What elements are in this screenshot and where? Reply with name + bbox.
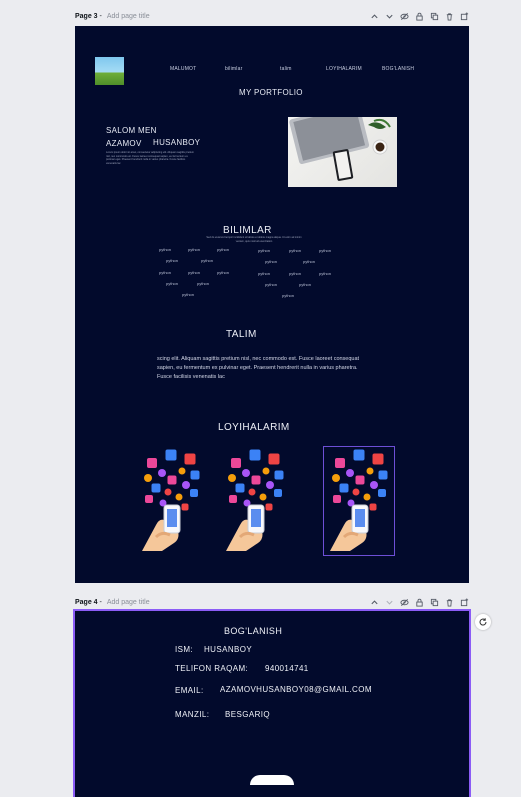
talim-text: scing elit. Aliquam sagittis pretium nis… [157,356,360,380]
page-4-title-input[interactable]: Add page title [107,599,150,606]
page-3-label: Page 3 [75,12,98,20]
page-3-header: Page 3 - Add page title [75,8,469,24]
skill-item: python [159,270,172,275]
boglanish-title: BOG'LANISH [224,626,283,636]
chevron-down-icon[interactable] [385,12,394,21]
skill-item: python [217,270,230,275]
page-4-separator: - [97,598,104,606]
hero-first-name: AZAMOV [106,139,142,148]
eye-off-icon[interactable] [400,12,409,21]
add-page-icon[interactable] [460,11,469,21]
page-4-label: Page 4 [75,598,98,606]
hero-last-name: HUSANBOY [153,138,201,147]
refresh-comment-icon[interactable] [475,614,491,630]
skill-item: python [265,282,278,287]
manzil-value: BESGARIQ [225,710,270,719]
page-4-header: Page 4 - Add page title [75,594,469,610]
loyihalarim-title: LOYIHALARIM [218,422,290,433]
nav-boglanish[interactable]: BOG'LANISH [382,66,414,72]
project-card-3[interactable] [323,446,395,556]
skill-item: python [289,271,302,276]
skill-item: python [258,248,271,253]
portfolio-header: MY PORTFOLIO [239,88,303,97]
project-card-2[interactable] [220,447,290,555]
skill-item: python [265,259,278,264]
ism-value: HUSANBOY [204,645,253,654]
nav-talim[interactable]: talim [280,66,292,72]
trash-icon[interactable] [445,598,454,607]
bilimlar-caption: Sed do eiusmod tempor incididunt ut labo… [206,236,302,243]
ism-label: ISM: [175,645,194,654]
lock-icon[interactable] [415,12,424,21]
hero-blurb: Lorem ipsum dolor sit amet, consectetur … [106,151,194,165]
chevron-down-icon[interactable] [385,598,394,607]
chevron-up-icon[interactable] [370,12,379,21]
duplicate-icon[interactable] [430,598,439,607]
page-3-canvas[interactable]: MALUMOT bilimlar talim LOYIHALARIM BOG'L… [75,26,469,583]
skill-item: python [299,282,312,287]
email-value: AZAMOVHUSANBOY08@GMAIL.COM [220,685,372,694]
skill-item: python [319,271,332,276]
skill-item: python [289,248,302,253]
add-page-icon[interactable] [460,597,469,607]
logo-image[interactable] [95,57,124,85]
hero-greeting: SALOM MEN [106,126,157,135]
skill-item: python [197,281,210,286]
laptop-photo[interactable] [288,117,397,187]
manzil-label: MANZIL: [175,710,210,719]
project-card-1[interactable] [136,447,206,555]
chevron-up-icon[interactable] [370,598,379,607]
talim-title: TALIM [226,329,257,340]
bilimlar-title: BILIMLAR [223,225,272,236]
lock-icon[interactable] [415,598,424,607]
skill-item: python [188,247,201,252]
telifon-value: 940014741 [265,664,309,673]
skill-item: python [282,293,295,298]
skill-item: python [319,248,332,253]
trash-icon[interactable] [445,12,454,21]
skill-item: python [303,259,316,264]
page-3-title-input[interactable]: Add page title [107,13,150,20]
skill-item: python [159,247,172,252]
nav-loyihalarim[interactable]: LOYIHALARIM [326,66,362,72]
skill-item: python [166,281,179,286]
email-label: EMAIL: [175,686,204,695]
skill-item: python [188,270,201,275]
page-3-separator: - [97,12,104,20]
telifon-label: TELIFON RAQAM: [175,664,249,673]
page-4-canvas[interactable]: BOG'LANISH ISM: HUSANBOY TELIFON RAQAM: … [73,609,471,797]
skill-item: python [258,271,271,276]
nav-bilimlar[interactable]: bilimlar [225,66,242,72]
skill-item: python [182,292,195,297]
skill-item: python [217,247,230,252]
eye-off-icon[interactable] [400,598,409,607]
nav-malumot[interactable]: MALUMOT [170,66,196,72]
page-scroll-handle[interactable] [250,775,294,785]
duplicate-icon[interactable] [430,12,439,21]
skill-item: python [201,258,214,263]
skill-item: python [166,258,179,263]
